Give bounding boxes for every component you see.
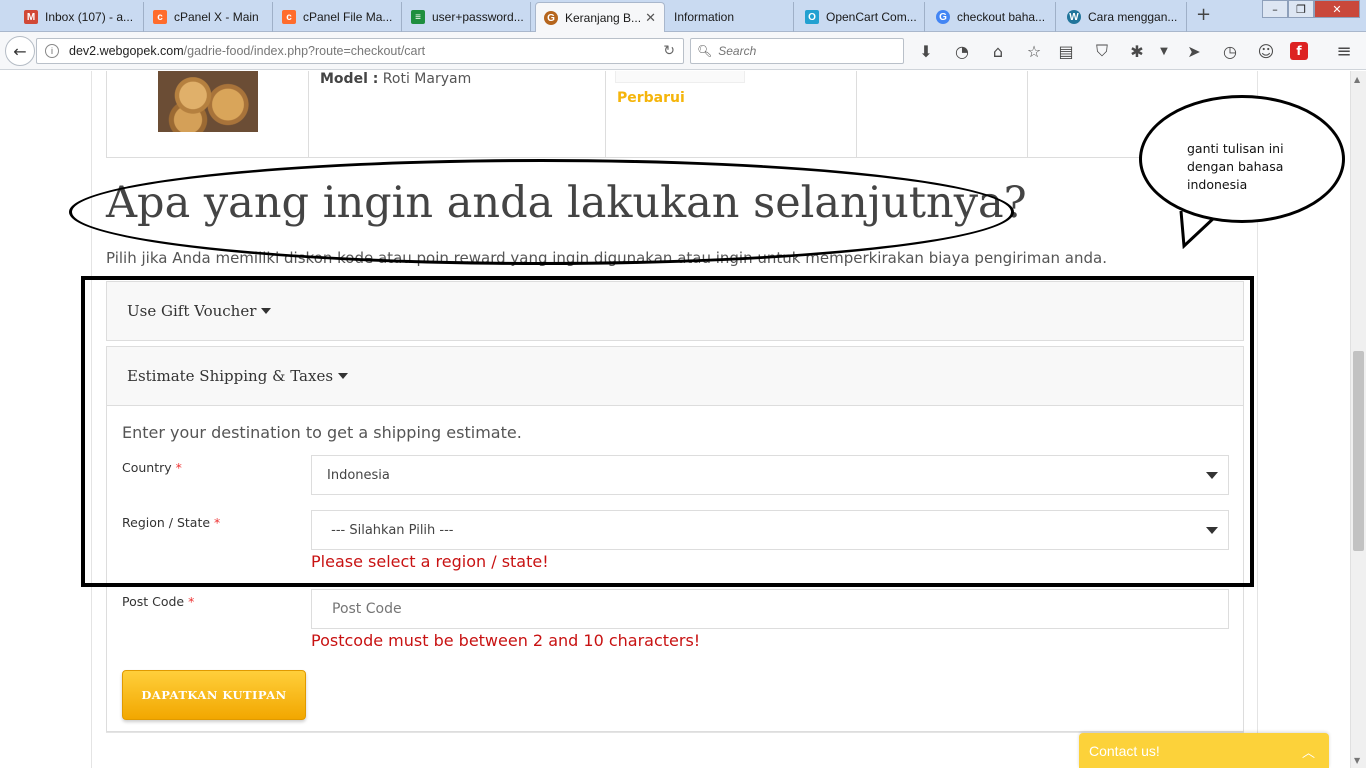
cart-product-row: Model : Roti Maryam Perbarui bbox=[106, 71, 1200, 158]
reload-icon[interactable]: ↻ bbox=[663, 42, 675, 59]
back-arrow-icon[interactable]: ← bbox=[5, 36, 35, 66]
cpanel-icon: c bbox=[282, 10, 296, 24]
close-window-icon[interactable]: ✕ bbox=[1314, 0, 1360, 18]
tab-label: user+password... bbox=[432, 10, 524, 24]
smiley-icon[interactable]: ☺ bbox=[1254, 39, 1278, 63]
browser-tab-bar: M Inbox (107) - a... c cPanel X - Main c… bbox=[0, 0, 1366, 33]
new-tab-button[interactable]: + bbox=[1196, 4, 1211, 25]
tab-label: checkout baha... bbox=[957, 10, 1046, 24]
download-icon[interactable]: ⬇ bbox=[914, 39, 938, 63]
browser-nav-bar: ← i dev2.webgopek.com/gadrie-food/index.… bbox=[0, 32, 1366, 70]
send-icon[interactable]: ➤ bbox=[1182, 39, 1206, 63]
tab-label: Keranjang B... bbox=[565, 11, 642, 25]
gmail-icon: M bbox=[24, 10, 38, 24]
chevron-down-icon[interactable]: ▼ bbox=[1152, 39, 1176, 63]
scroll-down-icon[interactable]: ▼ bbox=[1354, 756, 1360, 765]
postcode-label-text: Post Code bbox=[122, 594, 185, 609]
browser-tab-sheet[interactable]: ≡ user+password... bbox=[403, 2, 531, 32]
update-cart-link[interactable]: Perbarui bbox=[617, 90, 685, 106]
contact-us-label: Contact us! bbox=[1089, 742, 1160, 759]
browser-tab-inbox[interactable]: M Inbox (107) - a... bbox=[16, 2, 144, 32]
reading-list-icon[interactable]: ▤ bbox=[1054, 39, 1078, 63]
cell-divider bbox=[308, 71, 309, 158]
search-icon: 🔍︎ bbox=[697, 44, 713, 58]
tab-label: OpenCart Com... bbox=[826, 10, 917, 24]
google-icon: G bbox=[936, 10, 950, 24]
scroll-up-icon[interactable]: ▲ bbox=[1354, 75, 1360, 84]
page-scrollbar[interactable]: ▲ ▼ bbox=[1350, 71, 1366, 768]
postcode-error: Postcode must be between 2 and 10 charac… bbox=[311, 631, 701, 650]
tab-label: cPanel X - Main bbox=[174, 10, 259, 24]
postcode-input[interactable] bbox=[311, 589, 1229, 629]
browser-tab-opencart[interactable]: O OpenCart Com... bbox=[797, 2, 925, 32]
gadrie-icon: G bbox=[544, 11, 558, 25]
browser-tab-google[interactable]: G checkout baha... bbox=[928, 2, 1056, 32]
tab-label: Inbox (107) - a... bbox=[45, 10, 134, 24]
model-label: Model : bbox=[320, 71, 379, 87]
bookmark-star-icon[interactable]: ☆ bbox=[1022, 39, 1046, 63]
browser-search-box[interactable]: 🔍︎ bbox=[690, 38, 904, 64]
product-model: Model : Roti Maryam bbox=[320, 71, 471, 87]
quantity-input[interactable] bbox=[615, 71, 745, 83]
url-path: /gadrie-food/index.php?route=checkout/ca… bbox=[183, 44, 426, 58]
cell-divider bbox=[1027, 71, 1028, 158]
maximize-window-icon[interactable]: ❐ bbox=[1288, 0, 1314, 18]
browser-tab-wordpress[interactable]: W Cara menggan... bbox=[1059, 2, 1187, 32]
get-quote-button[interactable]: DAPATKAN KUTIPAN bbox=[122, 670, 306, 720]
wordpress-icon: W bbox=[1067, 10, 1081, 24]
postcode-label: Post Code * bbox=[122, 594, 194, 609]
cell-divider bbox=[605, 71, 606, 158]
product-image[interactable] bbox=[158, 71, 258, 132]
browser-tab-information[interactable]: Information bbox=[666, 2, 794, 32]
page-viewport: Model : Roti Maryam Perbarui Apa yang in… bbox=[0, 71, 1350, 768]
url-bar[interactable]: i dev2.webgopek.com/gadrie-food/index.ph… bbox=[36, 38, 684, 64]
model-value: Roti Maryam bbox=[382, 71, 472, 87]
contact-us-widget[interactable]: Contact us! ︿ bbox=[1079, 733, 1329, 768]
close-tab-icon[interactable]: ✕ bbox=[645, 10, 656, 26]
palette-icon[interactable]: ◔ bbox=[950, 39, 974, 63]
annotation-rectangle bbox=[81, 276, 1254, 587]
flash-icon[interactable]: f bbox=[1290, 42, 1308, 60]
chevron-up-icon[interactable]: ︿ bbox=[1302, 742, 1315, 761]
sheets-icon: ≡ bbox=[411, 10, 425, 24]
developer-tools-icon[interactable]: ✱ bbox=[1125, 39, 1149, 63]
cell-divider bbox=[856, 71, 857, 158]
tab-label: cPanel File Ma... bbox=[303, 10, 393, 24]
menu-icon[interactable]: ≡ bbox=[1332, 39, 1356, 63]
site-info-icon[interactable]: i bbox=[45, 44, 59, 58]
annotation-ellipse bbox=[69, 159, 1014, 265]
pocket-icon[interactable]: ⛉ bbox=[1090, 39, 1114, 63]
home-icon[interactable]: ⌂ bbox=[986, 39, 1010, 63]
speech-bubble-text: ganti tulisan ini dengan bahasa indonesi… bbox=[1187, 141, 1284, 192]
browser-search-input[interactable] bbox=[718, 44, 889, 58]
browser-tab-keranjang[interactable]: G Keranjang B... ✕ bbox=[535, 2, 665, 33]
minimize-window-icon[interactable]: – bbox=[1262, 0, 1288, 18]
scrollbar-thumb[interactable] bbox=[1353, 351, 1364, 551]
cpanel-icon: c bbox=[153, 10, 167, 24]
browser-tab-cpanel-file-manager[interactable]: c cPanel File Ma... bbox=[274, 2, 402, 32]
browser-tab-cpanel-main[interactable]: c cPanel X - Main bbox=[145, 2, 273, 32]
tab-label: Information bbox=[674, 10, 735, 24]
tab-label: Cara menggan... bbox=[1088, 10, 1178, 24]
history-icon[interactable]: ◷ bbox=[1218, 39, 1242, 63]
required-mark: * bbox=[188, 594, 195, 609]
url-host: dev2.webgopek.com bbox=[69, 44, 184, 58]
panel-bottom-line bbox=[106, 732, 1244, 733]
opencart-icon: O bbox=[805, 10, 819, 24]
